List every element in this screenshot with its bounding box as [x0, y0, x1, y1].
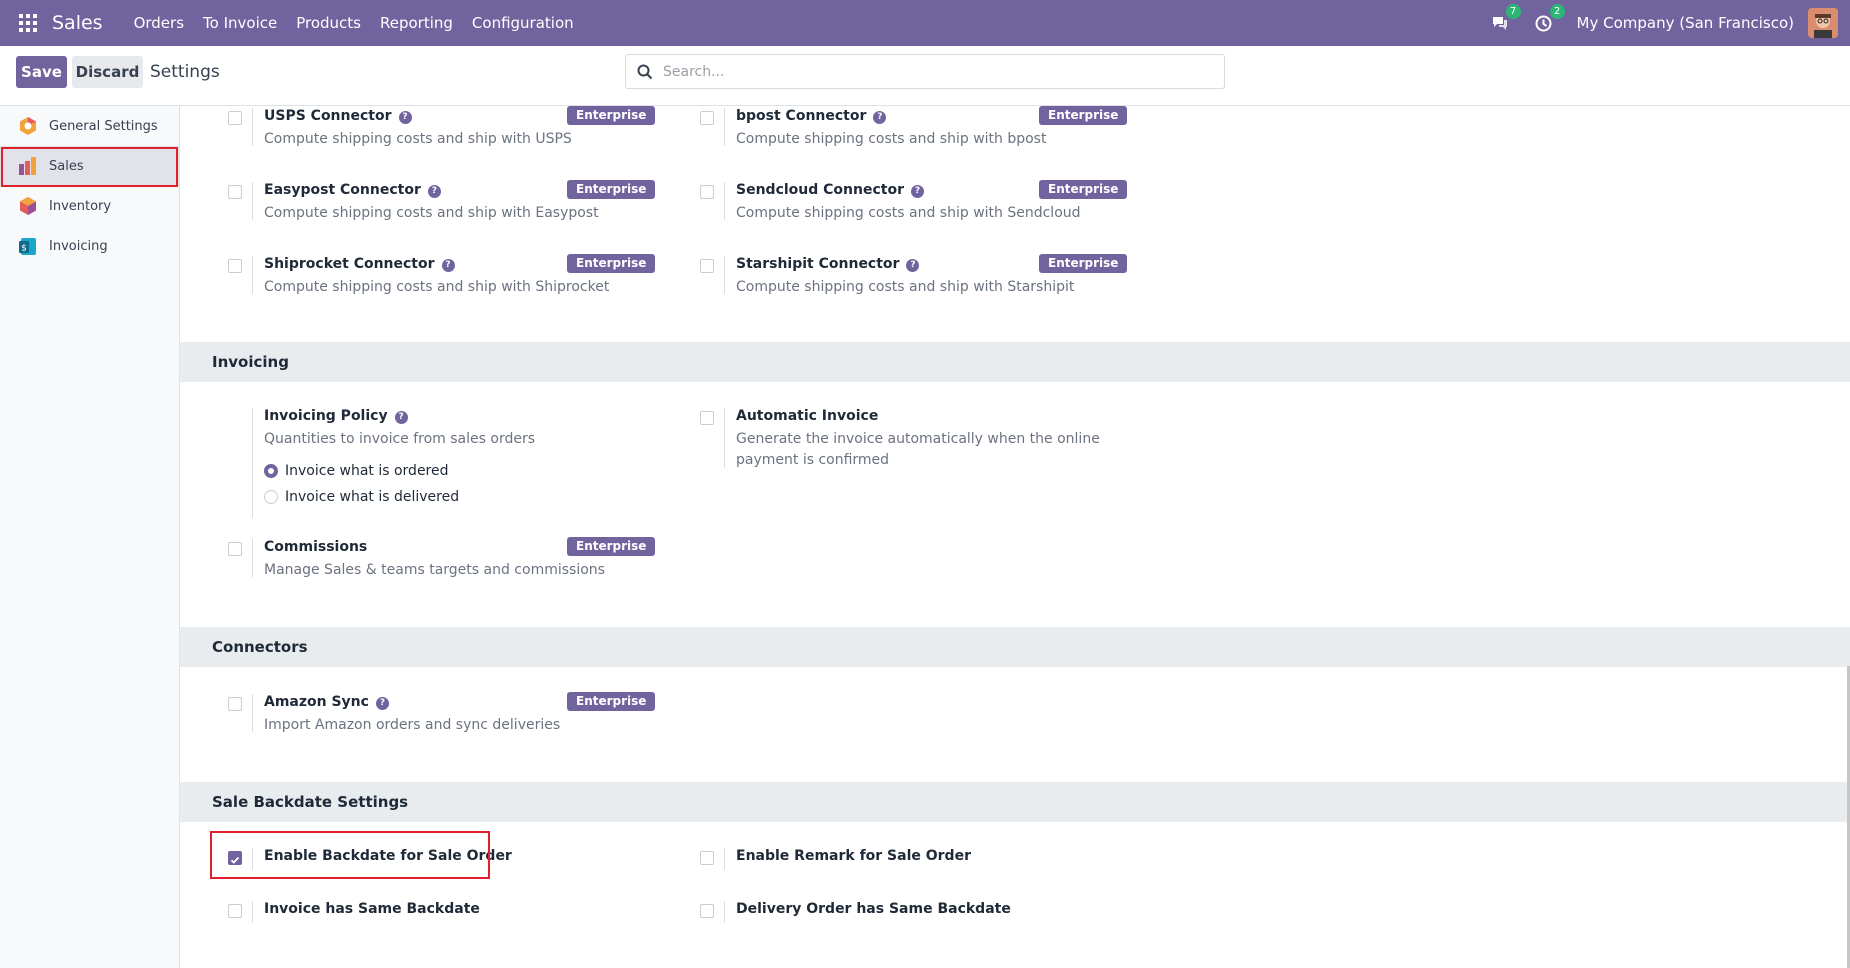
setting-description: Compute shipping costs and ship with Sta… [736, 279, 1075, 295]
setting-description: Compute shipping costs and ship with USP… [264, 131, 572, 147]
control-panel: Save Discard Settings [0, 46, 1850, 106]
menu-reporting[interactable]: Reporting [380, 14, 453, 32]
settings-sidebar: General Settings Sales Inventory $ Invoi… [0, 106, 180, 968]
sidebar-item-label: Inventory [49, 198, 112, 214]
bpost-checkbox[interactable] [700, 111, 714, 125]
apps-menu-icon[interactable] [19, 14, 37, 32]
section-heading-invoicing: Invoicing [180, 342, 1850, 382]
enterprise-badge: Enterprise [1039, 106, 1128, 125]
enable-backdate-highlight-box [210, 831, 490, 879]
setting-description: Compute shipping costs and ship with Eas… [264, 205, 599, 221]
invoice-same-backdate-checkbox[interactable] [228, 904, 242, 918]
delivery-same-backdate-checkbox[interactable] [700, 904, 714, 918]
setting-description: Compute shipping costs and ship with Shi… [264, 279, 610, 295]
menu-products[interactable]: Products [296, 14, 361, 32]
sales-highlight-box [1, 147, 178, 187]
setting-description: Generate the invoice automatically when … [736, 431, 1100, 468]
setting-title: Invoicing Policy [264, 408, 388, 424]
setting-invoicing-policy: Invoicing Policy? Quantities to invoice … [228, 408, 648, 518]
discard-button[interactable]: Discard [72, 56, 143, 88]
radio-invoice-delivered[interactable]: Invoice what is delivered [264, 489, 564, 505]
chat-icon [1492, 17, 1507, 30]
easypost-checkbox[interactable] [228, 185, 242, 199]
help-icon[interactable]: ? [906, 259, 920, 272]
radio-button-selected[interactable] [264, 464, 278, 478]
help-icon[interactable]: ? [394, 411, 408, 424]
messages-button[interactable]: 7 [1489, 4, 1521, 34]
svg-text:$: $ [21, 244, 27, 254]
setting-description: Import Amazon orders and sync deliveries [264, 717, 561, 733]
page-title: Settings [150, 62, 220, 82]
commissions-checkbox[interactable] [228, 542, 242, 556]
setting-title: Amazon Sync [264, 694, 369, 710]
help-icon[interactable]: ? [873, 111, 887, 124]
radio-invoice-ordered[interactable]: Invoice what is ordered [264, 463, 564, 479]
enterprise-badge: Enterprise [1039, 254, 1128, 273]
menu-to-invoice[interactable]: To Invoice [203, 14, 277, 32]
setting-title: Sendcloud Connector [736, 182, 904, 198]
odoo-settings-icon [20, 117, 36, 135]
setting-description: Quantities to invoice from sales orders [264, 431, 536, 447]
help-icon[interactable]: ? [441, 259, 455, 272]
section-heading-backdate: Sale Backdate Settings [180, 782, 1850, 822]
search-input[interactable] [663, 63, 1203, 80]
setting-description: Compute shipping costs and ship with bpo… [736, 131, 1047, 147]
automatic-invoice-checkbox[interactable] [700, 411, 714, 425]
top-navbar: Sales Orders To Invoice Products Reporti… [0, 0, 1850, 46]
app-brand[interactable]: Sales [52, 12, 103, 34]
help-icon[interactable]: ? [910, 185, 924, 198]
enterprise-badge: Enterprise [567, 180, 656, 199]
setting-title: Enable Remark for Sale Order [736, 848, 971, 864]
enterprise-badge: Enterprise [567, 106, 656, 125]
radio-label: Invoice what is ordered [285, 463, 449, 479]
setting-title: Automatic Invoice [736, 408, 879, 424]
setting-title: Commissions [264, 539, 368, 555]
help-icon[interactable]: ? [427, 185, 441, 198]
menu-orders[interactable]: Orders [134, 14, 184, 32]
sidebar-item-label: Invoicing [49, 238, 108, 254]
sidebar-item-invoicing[interactable]: $ Invoicing [0, 226, 179, 266]
help-icon[interactable]: ? [375, 697, 389, 710]
setting-title: Delivery Order has Same Backdate [736, 901, 1011, 917]
section-heading-connectors: Connectors [180, 627, 1850, 667]
activities-button[interactable]: 2 [1533, 4, 1565, 34]
invoicing-app-icon: $ [19, 238, 36, 255]
company-switcher[interactable]: My Company (San Francisco) [1577, 14, 1794, 32]
enterprise-badge: Enterprise [567, 537, 656, 556]
user-avatar[interactable] [1808, 8, 1838, 38]
sendcloud-checkbox[interactable] [700, 185, 714, 199]
enterprise-badge: Enterprise [1039, 180, 1128, 199]
setting-description: Manage Sales & teams targets and commiss… [264, 562, 605, 578]
menu-configuration[interactable]: Configuration [472, 14, 574, 32]
activities-count-badge: 2 [1549, 4, 1565, 19]
setting-title: Invoice has Same Backdate [264, 901, 480, 917]
radio-label: Invoice what is delivered [285, 489, 460, 505]
setting-title: bpost Connector [736, 108, 867, 124]
usps-checkbox[interactable] [228, 111, 242, 125]
help-icon[interactable]: ? [398, 111, 412, 124]
clock-icon [1535, 15, 1552, 31]
search-icon [637, 64, 653, 79]
messages-count-badge: 7 [1505, 4, 1521, 19]
setting-description: Compute shipping costs and ship with Sen… [736, 205, 1081, 221]
search-box[interactable] [625, 54, 1225, 89]
sidebar-item-general-settings[interactable]: General Settings [0, 106, 179, 146]
enable-remark-checkbox[interactable] [700, 851, 714, 865]
setting-title: Starshipit Connector [736, 256, 900, 272]
save-button[interactable]: Save [16, 56, 67, 88]
amazon-sync-checkbox[interactable] [228, 697, 242, 711]
shiprocket-checkbox[interactable] [228, 259, 242, 273]
sidebar-item-label: General Settings [49, 118, 158, 134]
radio-button[interactable] [264, 490, 278, 504]
setting-title: Shiprocket Connector [264, 256, 435, 272]
sidebar-item-inventory[interactable]: Inventory [0, 186, 179, 226]
setting-title: USPS Connector [264, 108, 392, 124]
enterprise-badge: Enterprise [567, 692, 656, 711]
starshipit-checkbox[interactable] [700, 259, 714, 273]
setting-title: Easypost Connector [264, 182, 421, 198]
enterprise-badge: Enterprise [567, 254, 656, 273]
inventory-app-icon [20, 197, 36, 215]
